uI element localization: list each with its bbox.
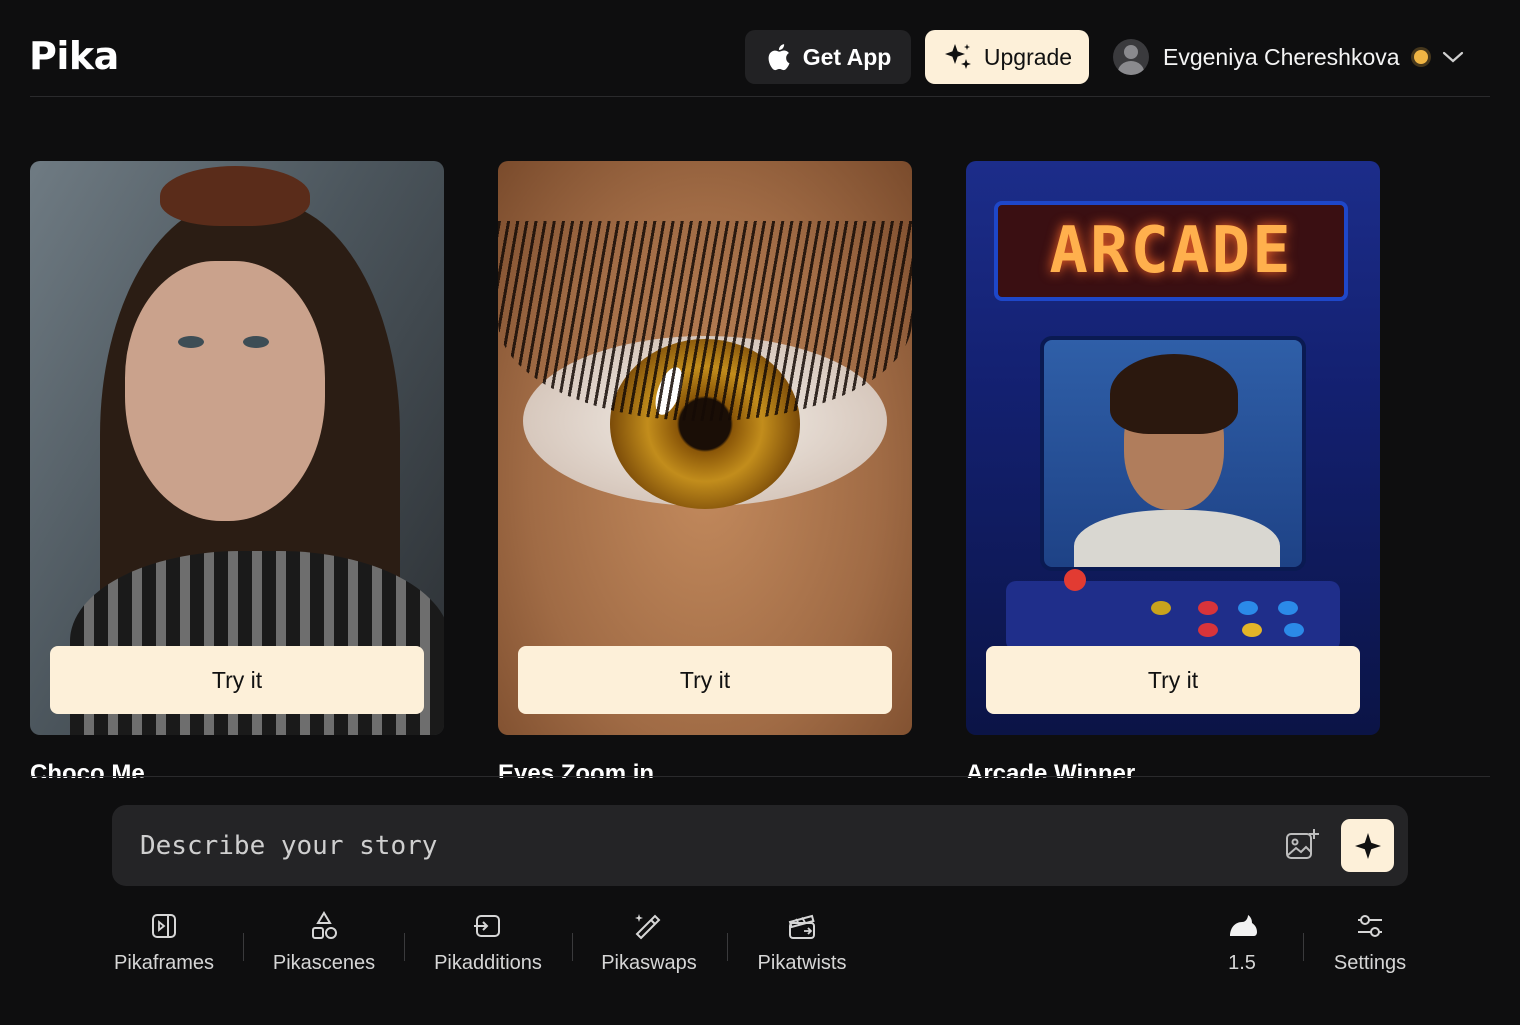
content-divider [30, 776, 1490, 777]
user-menu[interactable]: Evgeniya Chereshkova [1113, 36, 1464, 78]
template-card-choco-me[interactable]: Try it [30, 161, 444, 735]
header-divider [30, 96, 1490, 97]
card-title: Choco Me [30, 760, 145, 778]
story-prompt-input[interactable] [112, 805, 1262, 886]
sparkle-icon [1354, 832, 1381, 859]
top-header: Pika Get App Upgrade Evgeniya Chereshkov… [0, 0, 1520, 98]
sparkle-icon [944, 44, 971, 69]
clapperboard-icon [788, 914, 815, 939]
try-it-button[interactable]: Try it [986, 646, 1360, 714]
tool-label: Pikaframes [113, 952, 215, 974]
avatar [1113, 39, 1149, 75]
wand-icon [635, 914, 661, 940]
template-card-arcade-winner[interactable]: ARCADE Try it [966, 161, 1380, 735]
tool-pikascenes[interactable]: Pikascenes [270, 910, 378, 990]
user-name: Evgeniya Chereshkova [1163, 43, 1400, 70]
credits-indicator [1413, 50, 1428, 64]
tool-label: Pikascenes [272, 952, 376, 974]
generate-button[interactable] [1341, 819, 1394, 872]
pika-logo[interactable]: Pika [29, 34, 119, 78]
tool-pikaframes[interactable]: Pikaframes [112, 910, 216, 990]
upgrade-button[interactable]: Upgrade [925, 30, 1089, 84]
tool-label: Pikatwists [757, 952, 847, 974]
add-image-icon[interactable] [1284, 827, 1320, 863]
tool-pikadditions[interactable]: Pikadditions [431, 910, 545, 990]
upgrade-label: Upgrade [983, 43, 1073, 70]
arcade-marquee-text: ARCADE [1049, 214, 1293, 288]
apple-icon [768, 44, 790, 71]
try-it-button[interactable]: Try it [50, 646, 424, 714]
settings-label: Settings [1333, 952, 1407, 974]
rabbit-icon [1230, 915, 1257, 936]
add-into-icon [474, 915, 500, 937]
settings-button[interactable]: Settings [1330, 910, 1410, 990]
card-image: ARCADE [994, 201, 1348, 301]
get-app-button[interactable]: Get App [745, 30, 911, 84]
shapes-icon [312, 911, 337, 939]
tool-pikaswaps[interactable]: Pikaswaps [598, 910, 700, 990]
try-it-button[interactable]: Try it [518, 646, 892, 714]
card-title: Arcade Winner [966, 760, 1136, 778]
tool-label: Pikaswaps [601, 952, 697, 974]
tool-label: Pikadditions [434, 952, 542, 974]
get-app-label: Get App [802, 43, 892, 70]
model-version-selector[interactable]: 1.5 [1216, 910, 1268, 990]
prompt-bar [112, 805, 1408, 886]
frames-icon [152, 914, 176, 938]
sliders-icon [1358, 915, 1382, 937]
tool-pikatwists[interactable]: Pikatwists [753, 910, 851, 990]
template-card-eyes-zoom-in[interactable]: Try it [498, 161, 912, 735]
card-title: Eyes Zoom in [498, 760, 655, 778]
model-version-label: 1.5 [1228, 952, 1256, 974]
chevron-down-icon [1442, 51, 1463, 63]
